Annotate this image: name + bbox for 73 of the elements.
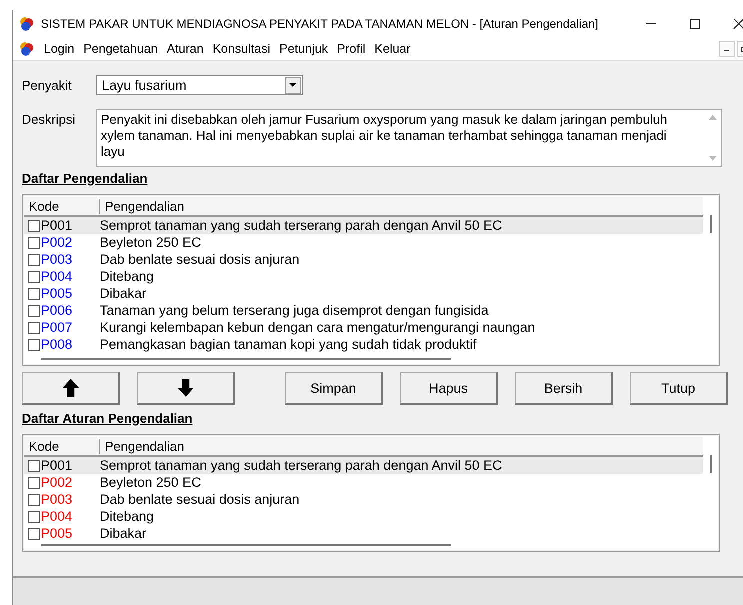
table-cell-text: Semprot tanaman yang sudah terserang parah dengan Anvil 50 EC [99,218,502,233]
code-cell: P005 [41,286,73,301]
menu-item[interactable]: Profil [337,42,366,56]
table-cell-text: Dab benlate sesuai dosis anjuran [99,492,300,507]
section-title: Daftar Aturan Pengendalian [22,411,193,426]
table-cell-text: Pemangkasan bagian tanaman kopi yang sudah tidak produktif [99,337,477,352]
checkbox[interactable] [28,476,40,488]
table-cell-text: Ditebang [99,269,154,284]
table-cell-text: Ditebang [99,509,154,524]
checkbox[interactable] [28,220,40,232]
table-cell-text: Tanaman yang belum terserang juga disemprot dengan fungisida [99,303,489,318]
checkbox[interactable] [28,528,40,540]
code-cell: P007 [41,320,73,335]
menu-item[interactable]: Aturan [166,42,204,56]
checkbox[interactable] [28,236,40,248]
code-cell: P004 [41,509,73,524]
menu-item[interactable]: Pengetahuan [84,42,158,56]
table-cell-text: Beyleton 250 EC [99,475,202,490]
code-cell: P002 [41,235,73,250]
code-cell: P005 [41,526,73,541]
table-cell-text: Beyleton 250 EC [99,235,202,250]
checkbox[interactable] [28,304,40,316]
table-cell-text: Dibakar [99,286,147,301]
code-cell: P001 [41,458,73,473]
maximize-icon[interactable] [689,18,701,30]
checkbox[interactable] [28,338,40,350]
down-arrow-icon [176,377,194,399]
code-cell: P003 [41,252,73,267]
checkbox[interactable] [28,494,40,506]
action-button[interactable]: Bersih [515,372,613,405]
scrollbar-thumb[interactable] [710,455,712,473]
checkbox[interactable] [28,460,40,472]
move-up-button[interactable] [22,372,120,405]
table-cell-text: Dab benlate sesuai dosis anjuran [99,252,300,267]
menu-item[interactable]: Konsultasi [212,42,271,56]
menu-item[interactable]: Login [44,42,75,56]
penyakit-dropdown[interactable]: Layu fusarium [96,75,303,95]
dropdown-arrow-icon [289,82,297,88]
checkbox[interactable] [28,254,40,266]
code-cell: P002 [41,475,73,490]
up-arrow-icon [62,377,80,399]
menu-item[interactable]: Petunjuk [280,42,328,56]
column-header: Kode [24,198,100,214]
app-logo-icon [19,16,35,32]
checkbox[interactable] [28,322,40,334]
column-header: Pengendalian [104,198,185,214]
scrollbar-thumb[interactable] [710,215,712,233]
scrollbar-thumb[interactable] [41,358,451,360]
code-cell: P001 [41,218,73,233]
scrollbar-thumb[interactable] [41,544,451,546]
window-title: SISTEM PAKAR UNTUK MENDIAGNOSA PENYAKIT PADA TANAMAN MELON - [Aturan Pengendalian] [41,17,600,31]
column-header: Pengendalian [104,438,185,454]
table-cell-text: Semprot tanaman yang sudah terserang parah dengan Anvil 50 EC [99,458,502,473]
checkbox[interactable] [28,270,40,282]
app-logo-icon [19,41,35,57]
code-cell: P008 [41,337,73,352]
column-header: Kode [24,438,100,454]
code-cell: P006 [41,303,73,318]
action-button[interactable]: Hapus [400,372,498,405]
code-cell: P004 [41,269,73,284]
table-cell-text: Kurangi kelembapan kebun dengan cara mengatur/mengurangi naungan [99,320,536,335]
action-button[interactable]: Tutup [630,372,728,405]
checkbox[interactable] [28,288,40,300]
move-down-button[interactable] [137,372,235,405]
checkbox[interactable] [28,510,40,522]
close-icon[interactable] [733,18,743,30]
action-button[interactable]: Simpan [285,372,383,405]
menu-item[interactable]: Keluar [374,42,411,56]
section-title: Daftar Pengendalian [22,171,148,186]
table-cell-text: Dibakar [99,526,147,541]
code-cell: P003 [41,492,73,507]
penyakit-label: Penyakit [22,77,73,93]
deskripsi-label: Deskripsi [22,111,76,127]
